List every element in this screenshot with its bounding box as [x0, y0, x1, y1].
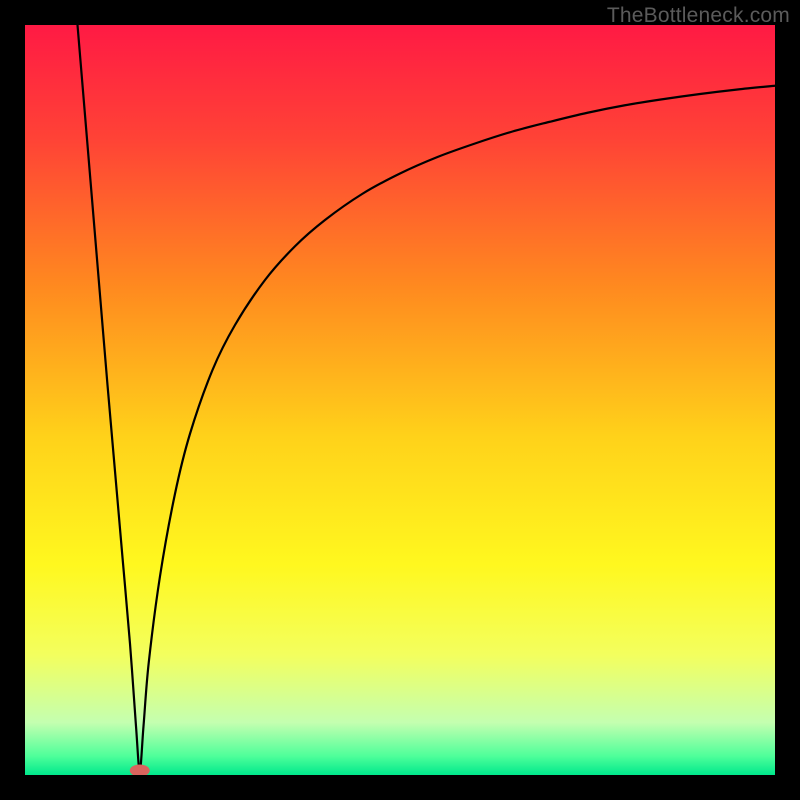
plot-svg [25, 25, 775, 775]
gradient-background [25, 25, 775, 775]
plot-area [25, 25, 775, 775]
chart-canvas: { "watermark": "TheBottleneck.com", "cha… [0, 0, 800, 800]
